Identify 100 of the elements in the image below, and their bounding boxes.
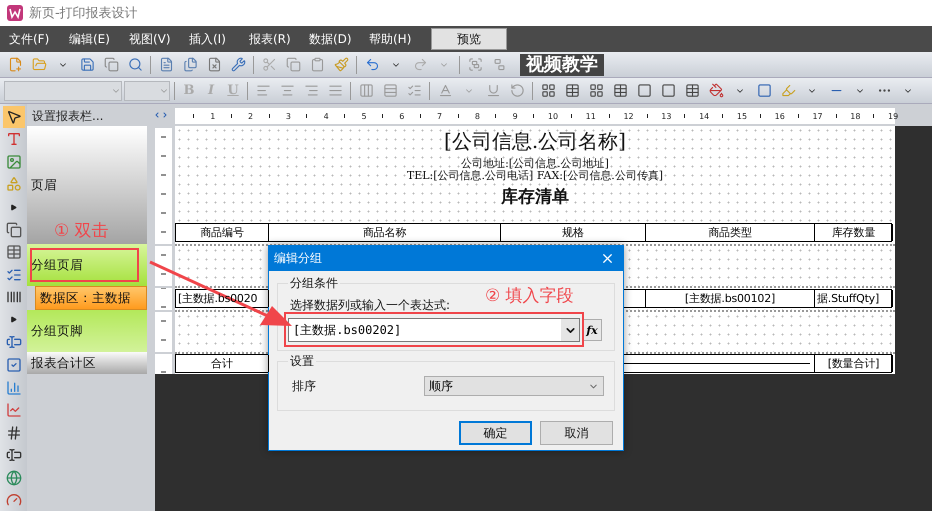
new-file-icon[interactable]: [8, 57, 22, 72]
ruler-number: 17: [812, 112, 823, 120]
group-title: 分组条件: [289, 275, 339, 292]
menu-item[interactable]: 数据(D): [302, 30, 361, 48]
ruler-number: 5: [361, 112, 367, 120]
ruler-number: 6: [399, 112, 404, 120]
step-annotation: ① 双击: [54, 220, 109, 242]
app-logo-icon: [7, 5, 23, 21]
sort-select[interactable]: 顺序: [424, 376, 604, 396]
checkbox-icon[interactable]: [6, 356, 22, 373]
globe-icon[interactable]: [6, 470, 22, 486]
ruler-number: 13: [661, 112, 672, 120]
border-icon[interactable]: [636, 83, 652, 98]
rows-icon[interactable]: [382, 83, 398, 98]
band-label[interactable]: 数据区：主数据: [35, 286, 147, 310]
formula-button[interactable]: fx: [582, 319, 602, 341]
align-justify-icon[interactable]: [328, 83, 342, 98]
label-icon[interactable]: [6, 447, 22, 464]
menu-item[interactable]: 编辑(E): [62, 30, 121, 48]
band-panel-title: 设置报表栏...: [31, 108, 104, 125]
align-left-icon[interactable]: [256, 83, 270, 98]
ruler-number: 19: [888, 112, 898, 120]
group-icon[interactable]: [468, 57, 482, 72]
table-icon[interactable]: [564, 83, 580, 98]
column-header: 商品名称: [269, 224, 501, 241]
table-icon[interactable]: [6, 244, 22, 260]
group-title: 设置: [289, 353, 315, 370]
undo-icon[interactable]: [364, 57, 380, 72]
window-title: 新页-打印报表设计: [29, 5, 138, 22]
collapse-left-icon[interactable]: [153, 111, 161, 119]
list-icon[interactable]: [406, 83, 422, 98]
menu-item[interactable]: 文件(F): [2, 30, 61, 48]
address-text: 公司地址:[公司信息.公司地址]: [461, 158, 609, 170]
brush-icon[interactable]: [334, 57, 348, 72]
columns-icon[interactable]: [358, 83, 374, 98]
table-cell: [主数据.bs00102]: [646, 290, 815, 307]
ruler-number: 4: [324, 112, 329, 120]
preview-button[interactable]: 预览: [431, 28, 507, 50]
close-icon[interactable]: [600, 251, 615, 266]
band-label[interactable]: 分组页脚: [27, 310, 147, 352]
image-icon[interactable]: [6, 154, 22, 170]
pointer-icon[interactable]: [6, 108, 22, 125]
ruler-number: 10: [548, 112, 558, 120]
border-icon[interactable]: [660, 83, 676, 98]
pages-icon[interactable]: [182, 57, 198, 72]
menu-item[interactable]: 帮助(H): [362, 30, 421, 48]
copy-icon[interactable]: [286, 57, 300, 72]
paste-icon[interactable]: [310, 57, 324, 72]
grid-icon[interactable]: [588, 83, 604, 98]
grid-icon[interactable]: [540, 83, 556, 98]
step-annotation: ② 填入字段: [485, 285, 574, 307]
align-center-icon[interactable]: [280, 83, 294, 98]
align-right-icon[interactable]: [304, 83, 318, 98]
column-header: 商品类型: [646, 224, 815, 241]
table-icon[interactable]: [612, 83, 628, 98]
ok-button[interactable]: 确定: [459, 421, 532, 445]
gauge-icon[interactable]: [6, 492, 22, 508]
sort-label: 排序: [292, 378, 316, 394]
ruler-number: 9: [512, 112, 518, 120]
expression-field[interactable]: [主数据.bs00202]: [288, 318, 580, 342]
ruler-number: 7: [437, 112, 442, 120]
save-icon[interactable]: [80, 57, 94, 72]
ruler-number: 16: [774, 112, 785, 120]
contact-text: TEL:[公司信息.公司电话] FAX:[公司信息.公司传真]: [406, 170, 664, 182]
cancel-button[interactable]: 取消: [540, 421, 613, 445]
text-icon[interactable]: [6, 131, 22, 148]
dialog-title: 编辑分组: [274, 250, 322, 267]
copy-icon[interactable]: [104, 57, 118, 72]
expand-icon[interactable]: [10, 204, 17, 211]
table-icon[interactable]: [684, 83, 700, 98]
border-icon[interactable]: [756, 83, 772, 98]
report-title: 库存清单: [501, 188, 569, 207]
number-icon[interactable]: [6, 424, 22, 441]
ruler-number: 8: [474, 112, 480, 120]
paint-bucket-icon[interactable]: [708, 83, 724, 98]
company-name: [公司信息.公司名称]: [444, 130, 626, 152]
menu-item[interactable]: 插入(I): [182, 30, 241, 48]
menu-item[interactable]: 视图(V): [122, 30, 181, 48]
ungroup-icon[interactable]: [492, 57, 506, 72]
band-label[interactable]: 报表合计区: [27, 352, 147, 374]
text-field-icon[interactable]: [6, 334, 22, 350]
page-icon[interactable]: [158, 57, 174, 72]
search-icon[interactable]: [128, 57, 142, 72]
video-tutorial-label[interactable]: 视频教学: [520, 54, 604, 76]
table-cell: [数量合计]: [815, 355, 893, 372]
expand-icon[interactable]: [10, 316, 17, 324]
wrench-icon[interactable]: [230, 57, 246, 72]
menu-item[interactable]: 报表(R): [242, 30, 301, 48]
ruler-number: 1: [210, 112, 216, 120]
line-chart-icon[interactable]: [6, 402, 22, 418]
ruler-number: 3: [286, 112, 291, 120]
collapse-right-icon[interactable]: [161, 111, 169, 119]
bar-chart-icon[interactable]: [6, 380, 22, 396]
column-header: 库存数量: [815, 224, 893, 241]
rotate-icon[interactable]: [510, 83, 524, 98]
column-header: 规格: [501, 224, 646, 241]
delete-page-icon[interactable]: [206, 57, 222, 72]
font-color-icon[interactable]: [438, 83, 452, 98]
ruler-number: 18: [850, 112, 860, 120]
barcode-icon[interactable]: [6, 289, 22, 306]
